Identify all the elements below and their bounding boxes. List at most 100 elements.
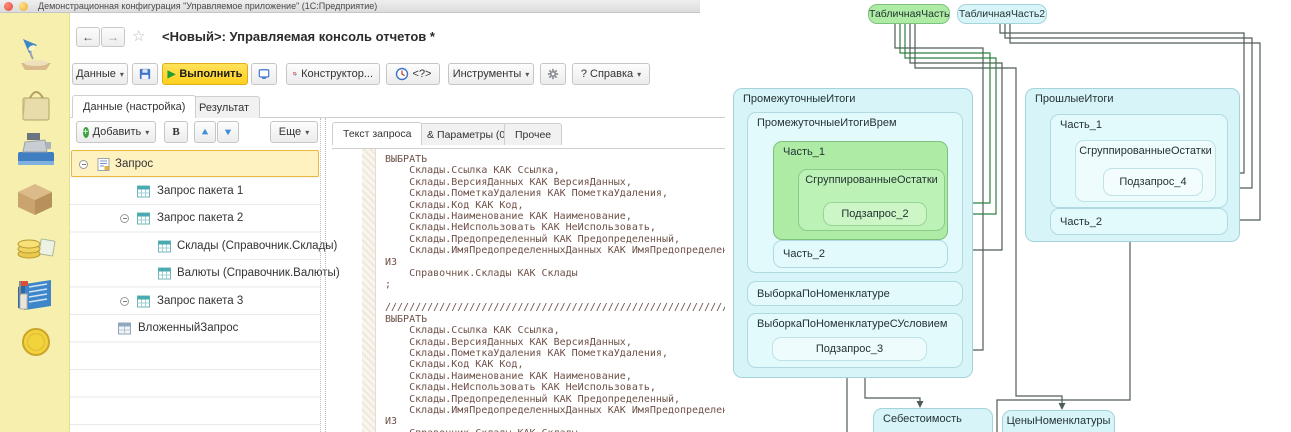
query-wizard-label: <?>	[413, 68, 432, 80]
node-label: ЦеныНоменклатуры	[1003, 415, 1114, 427]
save-icon	[139, 67, 151, 81]
tab-data-settings[interactable]: Данные (настройка)	[72, 95, 196, 118]
tab-data-settings-label: Данные (настройка)	[83, 101, 185, 113]
tree-row-zapros[interactable]: Запрос	[71, 150, 319, 177]
more-button[interactable]: Еще▾	[270, 121, 318, 143]
node-label: Часть_1	[783, 146, 825, 158]
table-icon	[137, 185, 150, 198]
node-label: Подзапрос_3	[773, 343, 926, 355]
add-button[interactable]: + Добавить ▾	[76, 121, 156, 143]
tree-row-paket3[interactable]: Запрос пакета 3	[70, 288, 320, 315]
node-label: Себестоимость	[883, 413, 962, 425]
node-vyborka-po-nomenklature[interactable]: ВыборкаПоНоменклатуре	[747, 281, 963, 306]
collapse-icon[interactable]	[120, 297, 129, 306]
forward-icon: →	[107, 30, 119, 44]
favorite-star-icon[interactable]: ☆	[132, 27, 145, 45]
table-icon	[158, 240, 171, 253]
tree-row-sklady[interactable]: Склады (Справочник.Склады)	[70, 233, 320, 260]
node-label: ТабличнаяЧасть	[869, 8, 949, 20]
table-icon	[137, 212, 150, 225]
back-icon: ←	[82, 30, 94, 44]
desktop-lamp-icon[interactable]	[13, 35, 57, 73]
data-menu-label: Данные	[76, 68, 116, 80]
clock-icon	[395, 67, 409, 81]
run-label: Выполнить	[179, 68, 242, 80]
close-button[interactable]	[4, 2, 13, 11]
node-tablichnaya-chast[interactable]: ТабличнаяЧасть	[868, 4, 950, 24]
coins-icon[interactable]	[13, 226, 57, 264]
tab-result-label: Результат	[199, 102, 249, 114]
node-sebestoimost[interactable]: Себестоимость	[873, 408, 993, 432]
cash-register-icon[interactable]	[13, 130, 57, 168]
node-label: СгруппированныеОстатки	[1076, 145, 1215, 157]
collapse-icon[interactable]	[79, 160, 88, 169]
page-title: <Новый>: Управляемая консоль отчетов *	[162, 29, 435, 44]
shopping-bag-icon[interactable]	[13, 85, 57, 123]
node-tseny-nomenklatury[interactable]: ЦеныНоменклатуры	[1002, 410, 1115, 432]
box-icon[interactable]	[13, 180, 57, 218]
node-label: Подзапрос_2	[824, 208, 926, 220]
window-titlebar: Демонстрационная конфигурация "Управляем…	[0, 0, 700, 13]
query-wizard-button[interactable]: <?>	[386, 63, 440, 85]
chevron-down-icon: ▾	[145, 128, 149, 137]
collapse-icon[interactable]	[120, 214, 129, 223]
bold-label: В	[172, 126, 179, 138]
add-label: Добавить	[93, 126, 142, 138]
move-down-button[interactable]	[217, 121, 239, 143]
gear-icon	[547, 67, 559, 81]
tab-other[interactable]: Прочее	[504, 123, 562, 145]
node-podzapros-2[interactable]: Подзапрос_2	[823, 202, 927, 226]
node-label: Подзапрос_4	[1104, 176, 1202, 188]
tools-menu-button[interactable]: Инструменты▾	[448, 63, 534, 85]
tab-query-text[interactable]: Текст запроса	[332, 122, 422, 145]
node-chast-2-left[interactable]: Часть_2	[773, 240, 948, 268]
node-label: ВыборкаПоНоменклатуре	[757, 288, 890, 300]
constructor-button[interactable]: Конструктор...	[286, 63, 380, 85]
run-button[interactable]: ▶ Выполнить	[162, 63, 248, 85]
arrow-up-icon	[201, 127, 209, 137]
query-text-editor[interactable]: ВЫБРАТЬ Склады.Ссылка КАК Ссылка, Склады…	[385, 154, 727, 432]
query-panel-border	[332, 148, 727, 149]
node-label: Часть_1	[1060, 119, 1102, 131]
back-button[interactable]: ←	[76, 27, 100, 47]
editor-margin	[362, 149, 376, 432]
tree-row-vlozhenny-zapros[interactable]: ВложенныйЗапрос	[70, 315, 320, 342]
tree-row-label: Склады (Справочник.Склады)	[177, 240, 337, 252]
container-label: ПромежуточныеИтогиВрем	[757, 117, 897, 129]
query-icon	[97, 158, 110, 171]
panel-splitter[interactable]	[320, 118, 326, 432]
sections-sidebar	[0, 13, 70, 432]
save-button[interactable]	[132, 63, 158, 85]
tab-result[interactable]: Результат	[188, 96, 260, 118]
node-podzapros-4[interactable]: Подзапрос_4	[1103, 168, 1203, 196]
tree-row-label: Запрос пакета 2	[157, 212, 243, 224]
building-icon[interactable]	[13, 274, 57, 312]
move-up-button[interactable]	[194, 121, 216, 143]
tree-row-label: Валюты (Справочник.Валюты)	[177, 267, 340, 279]
tree-row-label: Запрос пакета 3	[157, 295, 243, 307]
constructor-icon	[293, 67, 297, 81]
node-tablichnaya-chast2[interactable]: ТабличнаяЧасть2	[957, 4, 1047, 24]
tree-row-paket2[interactable]: Запрос пакета 2	[70, 205, 320, 232]
tree-row-paket1[interactable]: Запрос пакета 1	[70, 178, 320, 205]
help-menu-button[interactable]: ? Справка▾	[572, 63, 650, 85]
node-label: Часть_2	[783, 248, 825, 260]
node-podzapros-3[interactable]: Подзапрос_3	[772, 337, 927, 361]
forward-button[interactable]: →	[101, 27, 125, 47]
node-chast-2-right[interactable]: Часть_2	[1050, 208, 1228, 235]
ampersand-icon: &	[427, 129, 434, 141]
chevron-down-icon: ▾	[525, 70, 529, 79]
arrow-down-icon	[224, 127, 232, 137]
bold-button[interactable]: В	[164, 121, 188, 143]
coin-icon[interactable]	[20, 326, 64, 364]
node-label: Часть_2	[1060, 216, 1102, 228]
data-menu-button[interactable]: Данные ▾	[72, 63, 128, 85]
nested-query-icon	[118, 322, 131, 335]
help-label: ? Справка	[581, 68, 633, 80]
settings-button[interactable]	[540, 63, 566, 85]
chevron-down-icon: ▾	[120, 70, 124, 79]
screen: Демонстрационная конфигурация "Управляем…	[0, 0, 1291, 432]
tree-row-valuty[interactable]: Валюты (Справочник.Валюты)	[70, 260, 320, 287]
output-mode-button[interactable]	[251, 63, 277, 85]
minimize-button[interactable]	[19, 2, 28, 11]
